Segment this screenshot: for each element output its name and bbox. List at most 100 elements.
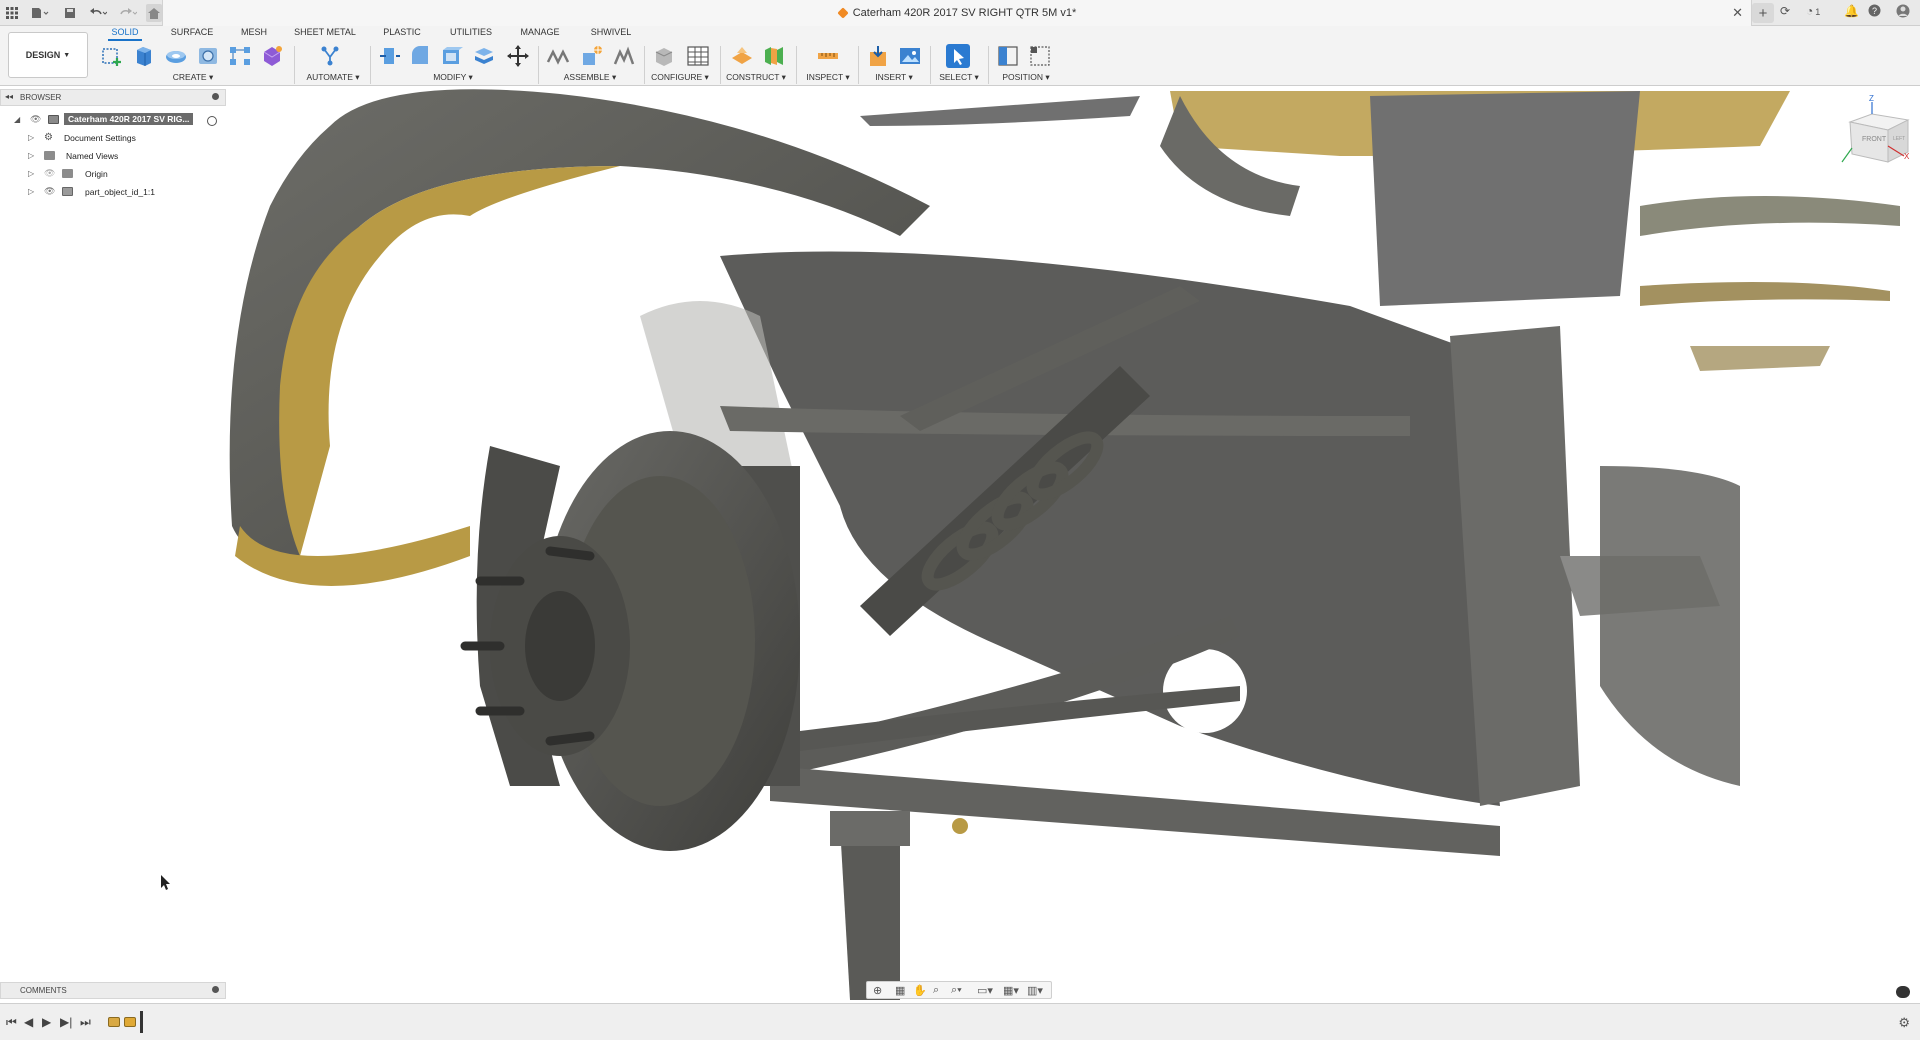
select-group-label[interactable]: SELECT ▾: [934, 72, 984, 83]
last-frame-icon[interactable]: ⏭: [80, 1015, 91, 1030]
expand-arrow-icon[interactable]: ▷: [28, 169, 34, 178]
browser-item-named-views[interactable]: ▷ Named Views: [0, 148, 226, 165]
offset-plane-icon[interactable]: [730, 44, 754, 68]
new-component-icon[interactable]: [100, 44, 124, 68]
next-frame-icon[interactable]: ▶|: [60, 1015, 72, 1029]
construct-group-label[interactable]: CONSTRUCT ▾: [724, 72, 788, 83]
pan-icon[interactable]: ✋: [913, 984, 927, 997]
change-parameters-icon[interactable]: [652, 44, 676, 68]
eye-hidden-icon[interactable]: 👁: [44, 168, 56, 178]
revert-position-icon[interactable]: [1028, 44, 1052, 68]
insert-group-label[interactable]: INSERT ▾: [866, 72, 922, 83]
undo-icon[interactable]: [86, 4, 110, 22]
comments-panel[interactable]: COMMENTS: [0, 982, 226, 999]
motion-link-icon[interactable]: [612, 44, 636, 68]
combine-icon[interactable]: [472, 44, 496, 68]
display-settings-icon[interactable]: ▭▾: [977, 984, 993, 997]
tab-utilities[interactable]: UTILITIES: [448, 27, 494, 41]
collapse-panel-icon[interactable]: ◂◂: [5, 92, 13, 101]
look-at-icon[interactable]: ▦: [895, 984, 905, 997]
browser-root-item[interactable]: ◢ 👁 Caterham 420R 2017 SV RIG...: [0, 112, 226, 129]
eye-icon[interactable]: 👁: [30, 114, 42, 124]
tab-plastic[interactable]: PLASTIC: [382, 27, 422, 41]
chat-icon[interactable]: [1896, 986, 1910, 998]
new-tab-icon[interactable]: +: [1752, 3, 1774, 23]
play-icon[interactable]: ▶: [42, 1015, 51, 1029]
timeline-feature-icon[interactable]: [124, 1017, 136, 1027]
viewport-canvas[interactable]: [0, 86, 1920, 1000]
configure-group-label[interactable]: CONFIGURE ▾: [648, 72, 712, 83]
shell-icon[interactable]: [440, 44, 464, 68]
tab-shwivel[interactable]: SHWIVEL: [588, 27, 634, 41]
suspension-mesh-render: [161, 89, 1900, 1000]
profile-icon[interactable]: [1896, 4, 1910, 21]
activate-radio-icon[interactable]: [207, 116, 217, 126]
extrude-icon[interactable]: [132, 44, 156, 68]
pin-icon[interactable]: [212, 986, 219, 993]
midplane-icon[interactable]: [762, 44, 786, 68]
inspect-group-label[interactable]: INSPECT ▾: [802, 72, 854, 83]
grid-icon[interactable]: ▦▾: [1003, 984, 1019, 997]
viewports-icon[interactable]: ▥▾: [1027, 984, 1043, 997]
move-icon[interactable]: [506, 44, 530, 68]
tab-manage[interactable]: MANAGE: [517, 27, 563, 41]
timeline-settings-icon[interactable]: ⚙: [1898, 1015, 1910, 1031]
expand-arrow-icon[interactable]: ▷: [28, 133, 34, 142]
measure-icon[interactable]: [816, 44, 840, 68]
configuration-table-icon[interactable]: [686, 44, 710, 68]
view-cube[interactable]: Z X FRONT LEFT: [1838, 94, 1918, 170]
help-icon[interactable]: ?: [1868, 4, 1881, 20]
create-group-label[interactable]: CREATE ▾: [168, 72, 218, 83]
expand-arrow-icon[interactable]: ▷: [28, 187, 34, 196]
pattern-icon[interactable]: [228, 44, 252, 68]
notifications-icon[interactable]: 🔔: [1844, 4, 1859, 18]
zoom-icon[interactable]: ⌕: [933, 984, 939, 997]
press-pull-icon[interactable]: [378, 44, 402, 68]
insert-derive-icon[interactable]: [866, 44, 890, 68]
close-icon[interactable]: ✕: [1732, 5, 1743, 21]
position-group-label[interactable]: POSITION ▾: [996, 72, 1056, 83]
workspace-switcher[interactable]: DESIGN ▼: [8, 32, 88, 78]
automate-icon[interactable]: [318, 44, 342, 68]
form-icon[interactable]: [260, 44, 284, 68]
home-icon[interactable]: [146, 4, 162, 22]
capture-position-icon[interactable]: [996, 44, 1020, 68]
document-title: Caterham 420R 2017 SV RIGHT QTR 5M v1*: [852, 7, 1077, 19]
eye-icon[interactable]: 👁: [44, 186, 56, 196]
document-tab[interactable]: Caterham 420R 2017 SV RIGHT QTR 5M v1* ✕: [162, 0, 1752, 26]
select-icon[interactable]: [946, 44, 970, 68]
tab-mesh[interactable]: MESH: [239, 27, 269, 41]
previous-frame-icon[interactable]: ◀: [24, 1015, 33, 1029]
fillet-icon[interactable]: [408, 44, 432, 68]
pin-icon[interactable]: [212, 93, 219, 100]
file-icon[interactable]: [28, 4, 52, 22]
timeline-feature-icon[interactable]: [108, 1017, 120, 1027]
as-built-joint-icon[interactable]: [580, 44, 604, 68]
expand-arrow-icon[interactable]: ▷: [28, 151, 34, 160]
new-joint-icon[interactable]: [546, 44, 570, 68]
job-status-icon[interactable]: ◔ 1: [1806, 4, 1820, 18]
browser-item-part-object[interactable]: ▷ 👁 part_object_id_1:1: [0, 184, 226, 201]
automate-group-label[interactable]: AUTOMATE ▾: [300, 72, 366, 83]
hole-icon[interactable]: [196, 44, 220, 68]
insert-image-icon[interactable]: [898, 44, 922, 68]
assemble-group-label[interactable]: ASSEMBLE ▾: [562, 72, 618, 83]
browser-item-document-settings[interactable]: ▷ ⚙ Document Settings: [0, 130, 226, 147]
first-frame-icon[interactable]: ⏮: [6, 1015, 17, 1030]
save-icon[interactable]: [62, 4, 78, 22]
redo-icon[interactable]: [116, 4, 140, 22]
tab-solid[interactable]: SOLID: [108, 27, 142, 41]
revolve-icon[interactable]: [164, 44, 188, 68]
app-grid-icon[interactable]: [4, 4, 20, 22]
timeline-marker[interactable]: [140, 1011, 143, 1033]
modify-group-label[interactable]: MODIFY ▾: [430, 72, 476, 83]
extensions-icon[interactable]: ⟳: [1780, 4, 1790, 18]
browser-panel-header[interactable]: ◂◂ BROWSER: [0, 89, 226, 106]
tab-sheet-metal[interactable]: SHEET METAL: [292, 27, 358, 41]
fit-icon[interactable]: ⌕▾: [951, 984, 962, 997]
browser-item-origin[interactable]: ▷ 👁 Origin: [0, 166, 226, 183]
tab-surface[interactable]: SURFACE: [170, 27, 214, 41]
expand-arrow-icon[interactable]: ◢: [14, 115, 20, 124]
comments-title: COMMENTS: [20, 986, 67, 995]
orbit-icon[interactable]: ⊕: [873, 984, 882, 997]
